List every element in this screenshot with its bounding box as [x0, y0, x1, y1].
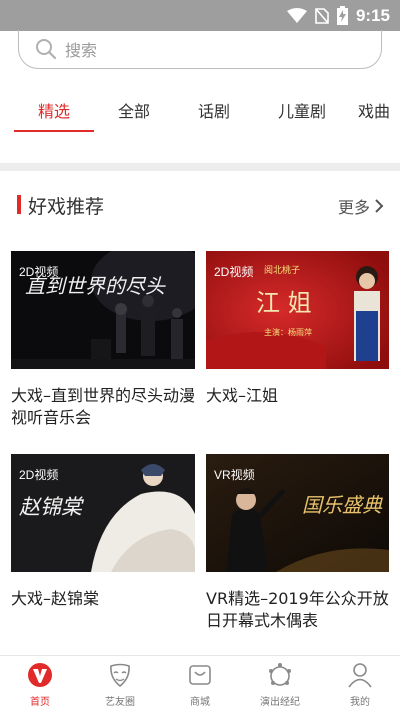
video-type-badge: 2D视频 — [19, 468, 59, 482]
nav-home[interactable]: 首页 — [0, 656, 80, 711]
search-icon — [36, 39, 57, 60]
poster-sub-text: 主演：杨雨萍 — [264, 327, 312, 337]
card-title: 大戏–赵锦棠 — [11, 589, 100, 608]
nav-label: 演出经纪 — [260, 697, 300, 708]
section-divider — [0, 163, 400, 171]
card-title: 大戏–江姐 — [206, 386, 279, 405]
category-tabs: 精选 全部 话剧 儿童剧 戏曲 — [0, 95, 400, 135]
nav-shop[interactable]: 商城 — [160, 656, 240, 711]
chevron-right-icon — [375, 199, 384, 213]
nav-label: 首页 — [30, 697, 50, 708]
tab-drama[interactable]: 话剧 — [174, 95, 254, 133]
nav-friends-circle[interactable]: 艺友圈 — [80, 656, 160, 711]
nav-label: 艺友圈 — [105, 697, 135, 708]
profile-icon — [348, 663, 372, 688]
card-title: VR精选–2019年公众开放日开幕式木偶表 — [206, 589, 389, 630]
more-link[interactable]: 更多 — [338, 194, 384, 218]
status-bar: 9:15 — [0, 0, 400, 31]
card-show-3[interactable]: 赵锦棠 2D视频 大戏–赵锦棠 — [11, 454, 195, 634]
wifi-icon — [286, 7, 307, 24]
home-v-logo-icon — [28, 663, 52, 687]
section-title: 好戏推荐 — [28, 196, 105, 218]
no-sim-icon — [315, 7, 329, 24]
poster-top-text: 阅北桃子 — [264, 264, 300, 276]
poster-text: 赵锦棠 — [19, 495, 85, 519]
section-header: 好戏推荐 更多 — [0, 190, 400, 220]
active-tab-indicator — [14, 130, 94, 132]
card-thumbnail: 直到世界的尽头 2D视频 — [11, 251, 195, 369]
video-type-badge: VR视频 — [214, 468, 255, 482]
card-show-1[interactable]: 直到世界的尽头 2D视频 大戏–直到世界的尽头动漫视听音乐会 — [11, 251, 195, 431]
nav-label: 我的 — [350, 697, 370, 708]
card-title: 大戏–直到世界的尽头动漫视听音乐会 — [11, 386, 196, 427]
section-accent-bar — [17, 195, 21, 214]
agency-icon — [269, 663, 291, 686]
poster-text: 国乐盛典 — [302, 493, 383, 517]
tab-all[interactable]: 全部 — [94, 95, 174, 133]
poster-text: 江 姐 — [256, 289, 312, 317]
tab-opera[interactable]: 戏曲 — [352, 95, 400, 133]
nav-agency[interactable]: 演出经纪 — [240, 656, 320, 711]
bottom-navigation: 首页 艺友圈 商城 演出经纪 我的 — [0, 655, 400, 711]
shop-bag-icon — [189, 665, 211, 685]
mask-icon — [110, 663, 130, 688]
card-thumbnail: 阅北桃子 江 姐 主演：杨雨萍 2D视频 — [206, 251, 389, 369]
video-type-badge: 2D视频 — [214, 265, 254, 279]
card-thumbnail: 国乐盛典 VR视频 — [206, 454, 389, 572]
nav-label: 商城 — [190, 697, 210, 708]
search-input[interactable]: 搜索 — [18, 30, 382, 69]
nav-profile[interactable]: 我的 — [320, 656, 400, 711]
card-show-4[interactable]: 国乐盛典 VR视频 VR精选–2019年公众开放日开幕式木偶表 — [206, 454, 389, 634]
search-placeholder: 搜索 — [65, 41, 98, 60]
tab-children[interactable]: 儿童剧 — [254, 95, 350, 133]
status-time: 9:15 — [355, 5, 390, 25]
battery-charging-icon — [336, 6, 348, 25]
video-type-badge: 2D视频 — [19, 265, 59, 279]
card-thumbnail: 赵锦棠 2D视频 — [11, 454, 195, 572]
more-label: 更多 — [337, 198, 370, 217]
card-show-2[interactable]: 阅北桃子 江 姐 主演：杨雨萍 2D视频 大戏–江姐 — [206, 251, 389, 431]
tab-featured[interactable]: 精选 — [14, 95, 94, 133]
